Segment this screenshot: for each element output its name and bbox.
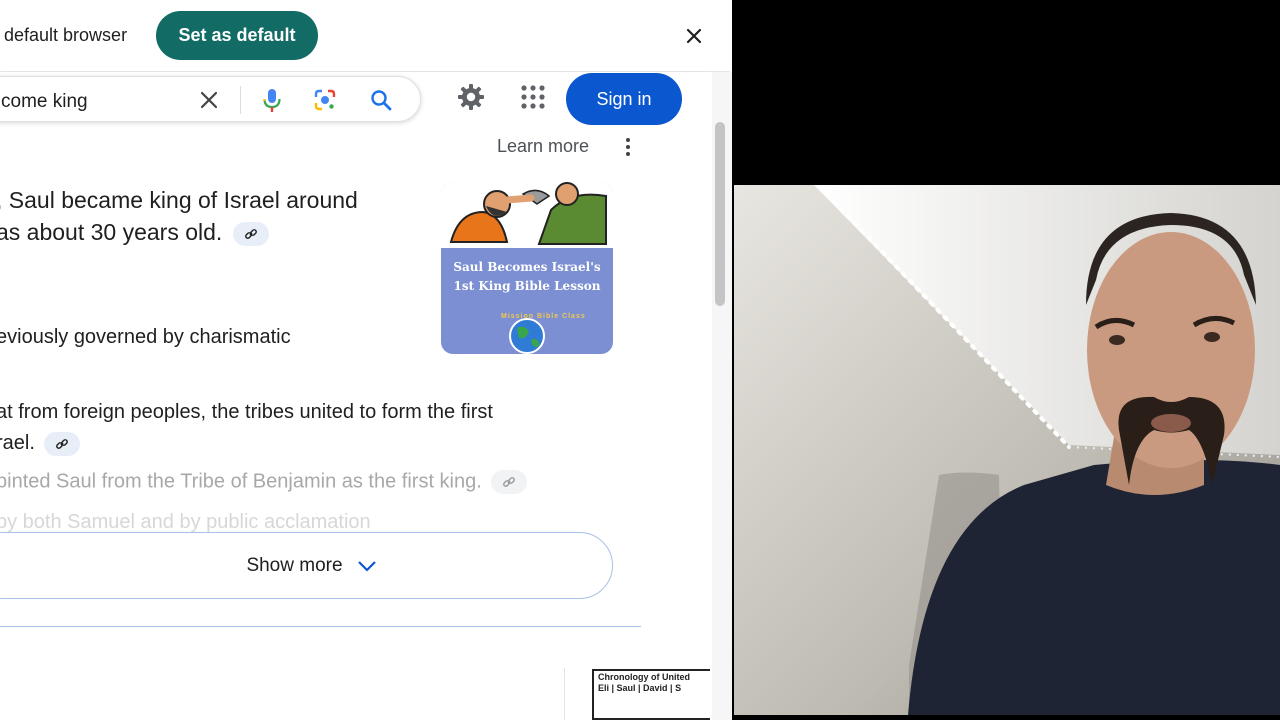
answer-line: rael. bbox=[0, 432, 35, 454]
thumbnail-title: Saul Becomes Israel's 1st King Bible Les… bbox=[453, 260, 601, 293]
answer-line: binted Saul from the Tribe of Benjamin a… bbox=[0, 470, 482, 493]
search-icon[interactable] bbox=[369, 88, 393, 112]
answer-line: as about 30 years old. bbox=[0, 219, 223, 245]
overview-paragraph-faded: binted Saul from the Tribe of Benjamin a… bbox=[0, 470, 528, 494]
ai-overview: Learn more , Saul became king of Israel … bbox=[0, 134, 712, 720]
scrollbar[interactable] bbox=[712, 72, 732, 720]
search-divider bbox=[240, 86, 241, 114]
close-icon[interactable] bbox=[680, 22, 708, 50]
default-browser-banner: default browser Set as default bbox=[0, 0, 730, 72]
lens-icon[interactable] bbox=[313, 88, 337, 112]
answer-line: at from foreign peoples, the tribes unit… bbox=[0, 401, 493, 423]
apps-grid-icon[interactable] bbox=[520, 84, 546, 110]
search-input[interactable]: come king bbox=[0, 76, 421, 122]
anointing-illustration bbox=[441, 182, 613, 248]
set-as-default-button[interactable]: Set as default bbox=[156, 11, 318, 60]
show-more-label: Show more bbox=[246, 554, 343, 576]
source-link-icon[interactable] bbox=[232, 221, 269, 246]
screen: default browser Set as default come king bbox=[0, 0, 1280, 720]
search-header: come king Sign in bbox=[0, 72, 712, 134]
webcam-feed bbox=[734, 185, 1280, 715]
presenter-video bbox=[734, 185, 1280, 715]
chronology-title: Chronology of United bbox=[598, 672, 690, 682]
thumbnail-badge: Mission Bible Class bbox=[501, 313, 586, 320]
answer-line: by both Samuel and by public acclamation bbox=[0, 511, 371, 533]
sign-in-button[interactable]: Sign in bbox=[566, 73, 682, 125]
overview-paragraph: at from foreign peoples, the tribes unit… bbox=[0, 397, 596, 459]
chronology-card[interactable]: Chronology of United Eli | Saul | David … bbox=[592, 669, 710, 720]
chronology-row: Eli | Saul | David | S bbox=[598, 683, 682, 693]
answer-line: eviously governed by charismatic bbox=[0, 326, 291, 348]
scrollbar-thumb[interactable] bbox=[715, 122, 725, 306]
learn-more-link[interactable]: Learn more bbox=[497, 136, 589, 157]
clear-icon[interactable] bbox=[197, 88, 221, 112]
source-link-icon[interactable] bbox=[44, 431, 81, 456]
browser-window: default browser Set as default come king bbox=[0, 0, 732, 720]
more-options-icon[interactable] bbox=[619, 136, 637, 158]
settings-gear-icon[interactable] bbox=[456, 82, 486, 112]
mic-icon[interactable] bbox=[260, 87, 284, 113]
section-divider bbox=[0, 626, 641, 627]
source-link-icon[interactable] bbox=[491, 470, 528, 494]
chevron-down-icon bbox=[357, 560, 376, 572]
carousel-divider bbox=[564, 668, 565, 720]
lesson-thumbnail[interactable]: Saul Becomes Israel's 1st King Bible Les… bbox=[441, 182, 613, 354]
answer-line: , Saul became king of Israel around bbox=[0, 187, 358, 213]
banner-message: default browser bbox=[4, 25, 128, 45]
show-more-button[interactable]: Show more bbox=[0, 532, 613, 599]
overview-answer: , Saul became king of Israel around as a… bbox=[0, 184, 416, 248]
search-query[interactable]: come king bbox=[1, 91, 88, 113]
